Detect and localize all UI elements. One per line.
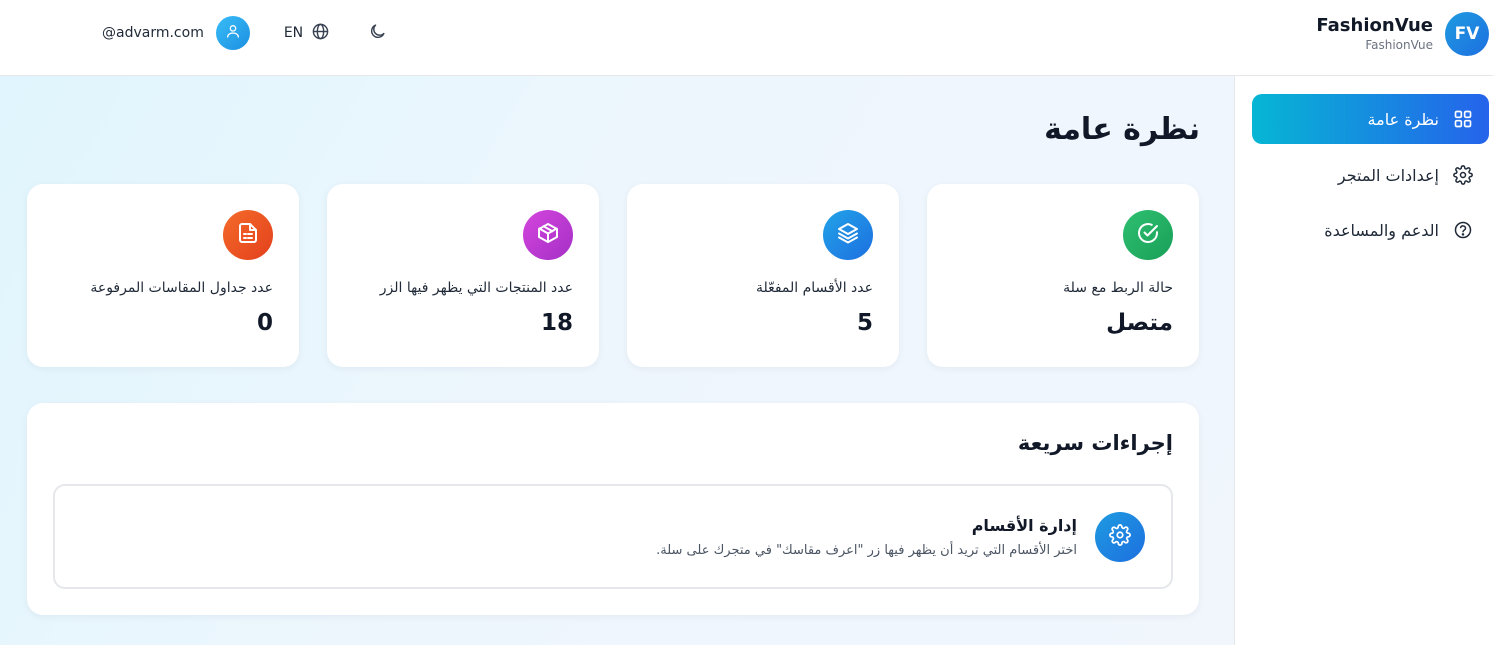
top-header: FV FashionVue FashionVue @advarm.com EN <box>0 0 1493 76</box>
quick-action-description: اختر الأقسام التي تريد أن يظهر فيها زر "… <box>656 543 1077 558</box>
brand[interactable]: FV FashionVue FashionVue <box>1316 12 1489 56</box>
sidebar-item-label: الدعم والمساعدة <box>1324 220 1439 240</box>
sidebar-item-support[interactable]: الدعم والمساعدة <box>1252 205 1489 255</box>
stat-label: عدد الأقسام المفعّلة <box>755 280 873 296</box>
stat-card-icon <box>523 210 573 260</box>
box-icon <box>536 221 560 249</box>
sidebar: نظرة عامة إعدادات المتجر الدعم والمساعدة <box>1234 76 1493 645</box>
stat-card-icon <box>823 210 873 260</box>
language-label: EN <box>283 25 304 41</box>
user-icon <box>225 23 241 43</box>
stat-label: عدد جداول المقاسات المرفوعة <box>90 280 273 296</box>
brand-subtitle: FashionVue <box>1365 38 1433 52</box>
grid-icon <box>1453 109 1473 129</box>
quick-actions-title: إجراءات سريعة <box>1017 431 1173 455</box>
stat-card-size-charts: عدد جداول المقاسات المرفوعة 0 <box>27 184 299 367</box>
stat-card-connection: حالة الربط مع سلة متصل <box>927 184 1199 367</box>
quick-actions-panel: إجراءات سريعة إدارة الأقسام اختر الأقسام… <box>27 403 1199 615</box>
stat-value: 18 <box>540 310 573 336</box>
brand-name: FashionVue <box>1316 15 1433 36</box>
sidebar-item-label: إعدادات المتجر <box>1337 165 1439 185</box>
layers-icon <box>836 221 860 249</box>
quick-action-icon <box>1095 512 1145 562</box>
quick-action-manage-sections[interactable]: إدارة الأقسام اختر الأقسام التي تريد أن … <box>53 484 1173 589</box>
check-circle-icon <box>1136 221 1160 249</box>
user-email[interactable]: @advarm.com <box>102 25 204 41</box>
stat-card-icon <box>223 210 273 260</box>
theme-toggle-button[interactable] <box>368 22 387 45</box>
sidebar-item-label: نظرة عامة <box>1367 109 1439 129</box>
stat-card-sections: عدد الأقسام المفعّلة 5 <box>627 184 899 367</box>
sidebar-item-store-settings[interactable]: إعدادات المتجر <box>1252 150 1489 200</box>
stat-card-icon <box>1123 210 1173 260</box>
stat-card-products: عدد المنتجات التي يظهر فيها الزر 18 <box>327 184 599 367</box>
stat-value: 5 <box>856 310 873 336</box>
stat-label: عدد المنتجات التي يظهر فيها الزر <box>379 280 573 296</box>
brand-avatar: FV <box>1445 12 1489 56</box>
main-content: نظرة عامة حالة الربط مع سلة متصل عدد الأ… <box>0 76 1234 645</box>
stat-value: متصل <box>1106 310 1173 336</box>
stat-value: 0 <box>256 310 273 336</box>
gear-icon <box>1109 524 1131 550</box>
gear-icon <box>1453 165 1473 185</box>
help-circle-icon <box>1453 220 1473 240</box>
quick-action-title: إدارة الأقسام <box>971 516 1077 535</box>
moon-icon <box>368 22 387 45</box>
globe-icon <box>311 22 330 45</box>
language-toggle[interactable]: EN <box>284 22 330 45</box>
sidebar-item-overview[interactable]: نظرة عامة <box>1252 94 1489 144</box>
user-menu-button[interactable] <box>215 16 250 50</box>
stat-label: حالة الربط مع سلة <box>1063 280 1173 296</box>
page-title: نظرة عامة <box>1044 112 1200 147</box>
document-icon <box>236 221 260 249</box>
